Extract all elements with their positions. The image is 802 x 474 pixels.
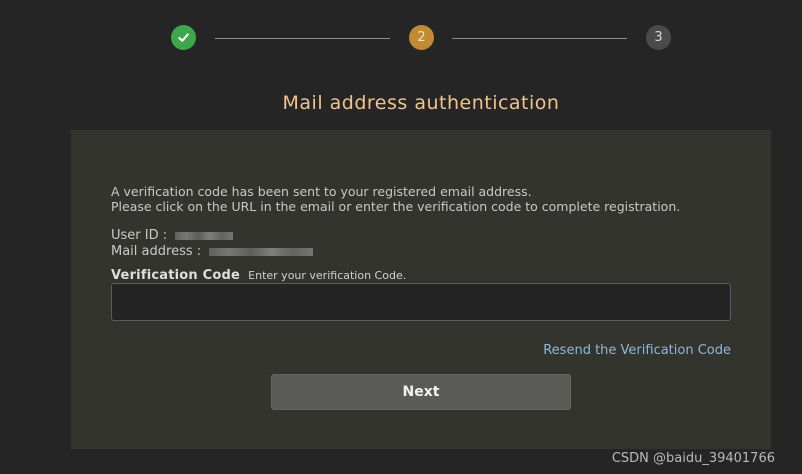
step-3-upcoming: 3 xyxy=(646,25,671,50)
user-id-label: User ID : xyxy=(111,228,168,243)
redacted-mail-address xyxy=(209,247,314,256)
step-1-completed xyxy=(171,25,196,50)
verification-code-input[interactable] xyxy=(111,283,731,321)
authentication-card: A verification code has been sent to you… xyxy=(71,130,771,449)
instruction-line-1: A verification code has been sent to you… xyxy=(111,184,532,199)
redacted-user-id xyxy=(175,231,234,240)
check-icon xyxy=(178,33,189,42)
resend-code-link[interactable]: Resend the Verification Code xyxy=(543,343,731,358)
step-connector-1 xyxy=(215,38,390,39)
user-id-row: User ID : xyxy=(111,228,313,244)
step-2-current: 2 xyxy=(409,25,434,50)
instruction-message: A verification code has been sent to you… xyxy=(111,184,680,214)
instruction-line-2: Please click on the URL in the email or … xyxy=(111,199,681,214)
verification-code-label: Verification Code xyxy=(111,268,241,283)
page-title: Mail address authentication xyxy=(282,92,560,114)
watermark-text: CSDN @baidu_39401766 xyxy=(611,451,775,466)
next-button[interactable]: Next xyxy=(271,374,571,410)
verification-code-hint: Enter your verification Code. xyxy=(248,269,407,282)
progress-stepper: 2 3 xyxy=(171,25,671,51)
account-meta: User ID : Mail address : xyxy=(111,228,314,260)
mail-address-label: Mail address : xyxy=(111,244,202,259)
step-connector-2 xyxy=(452,38,627,39)
mail-address-row: Mail address : xyxy=(111,244,314,260)
verification-code-label-row: Verification Code Enter your verificatio… xyxy=(111,268,406,283)
